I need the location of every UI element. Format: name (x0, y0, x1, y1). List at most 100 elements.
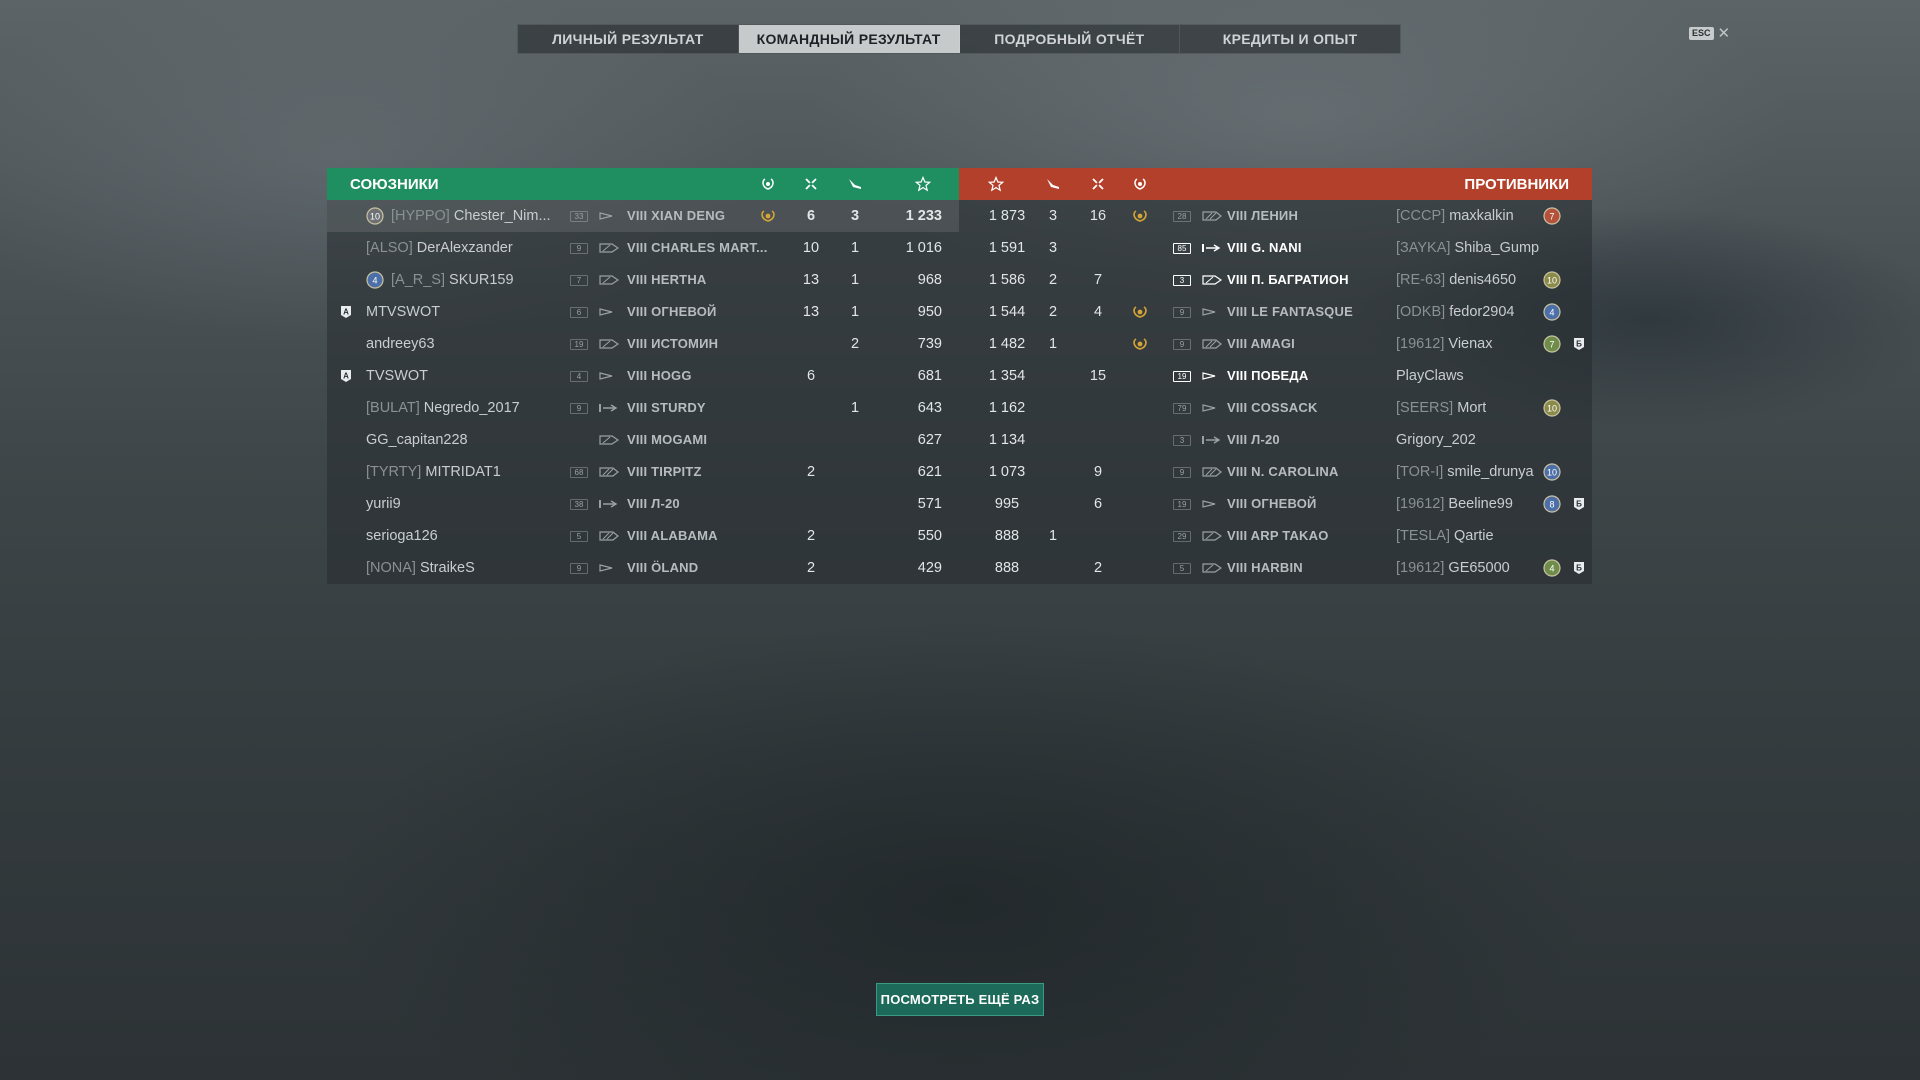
frags-value (1078, 232, 1118, 264)
enemy-row[interactable]: 888 2 5 VIII HARBIN [19612] GE65000 4 Б (959, 552, 1592, 584)
rank-badge-icon: 7 (1543, 207, 1561, 225)
level-badge: 5 (1173, 563, 1191, 574)
table-row: [TYRTY] MITRIDAT1 68 VIII TIRPITZ 2 621 1 073… (327, 456, 1592, 488)
cruiser-class-icon (599, 434, 620, 446)
ally-row[interactable]: [TYRTY] MITRIDAT1 68 VIII TIRPITZ 2 621 (327, 456, 959, 488)
tab-2[interactable]: КОМАНДНЫЙ РЕЗУЛЬТАТ (738, 25, 960, 53)
enemy-row[interactable]: 1 591 3 85 VIII G. NANI [ЗAYKA] Shiba_Gump (959, 232, 1592, 264)
enemies-header: ПРОТИВНИКИ (959, 168, 1592, 200)
level-badge: 85 (1173, 243, 1191, 254)
enemy-row[interactable]: 995 6 19 VIII ОГНЕВОЙ [19612] Beeline99 8 Б (959, 488, 1592, 520)
table-row: 10 [HYPPO] Chester_Nim... 33 VIII XIAN DENG… (327, 200, 1592, 232)
enemy-row[interactable]: 1 586 2 7 3 VIII П. БАГРАТИОН [RE-63] denis46… (959, 264, 1592, 296)
ship-name: VIII N. CAROLINA (1227, 456, 1339, 488)
close-button[interactable]: ESC ✕ (1689, 26, 1730, 41)
destroyer-class-icon (599, 210, 619, 222)
level-badge: 33 (570, 211, 588, 222)
table-row: A MTVSWOT 6 VIII ОГНЕВОЙ 13 1 950 1 544 2 4 9 VIII … (327, 296, 1592, 328)
ship-name: VIII ЛЕНИН (1227, 200, 1298, 232)
clan-tag: [HYPPO] (391, 208, 450, 224)
tab-3[interactable]: ПОДРОБНЫЙ ОТЧЁТ (960, 25, 1181, 53)
ship-tier: VIII (1227, 240, 1248, 255)
level-badge: 5 (570, 531, 588, 542)
ship-name: VIII ИСТОМИН (627, 328, 718, 360)
clan-tag: [TYRTY] (366, 464, 422, 480)
enemy-row[interactable]: 1 134 3 VIII Л-20 Grigory_202 (959, 424, 1592, 456)
ship-label: COSSACK (1251, 400, 1318, 415)
battleship-class-icon (599, 530, 619, 542)
enemy-row[interactable]: 1 073 9 9 VIII N. CAROLINA [TOR-I] smile_dru… (959, 456, 1592, 488)
ship-name: VIII G. NANI (1227, 232, 1302, 264)
ally-row[interactable]: [NONA] StraikeS 9 VIII ÖLAND 2 429 (327, 552, 959, 584)
exp-value: 1 544 (988, 304, 1026, 320)
ally-row[interactable]: [BULAT] Negredo_2017 9 VIII STURDY 1 643 (327, 392, 959, 424)
cruiser-class-icon (1202, 530, 1223, 542)
enemy-row[interactable]: 1 544 2 4 9 VIII LE FANTASQUE [ODKB] fedor290… (959, 296, 1592, 328)
player-name: SKUR159 (449, 272, 514, 288)
ship-label: AMAGI (1250, 336, 1295, 351)
ship-label: ОГНЕВОЙ (651, 304, 717, 319)
ally-player-name: [HYPPO] Chester_Nim... (391, 200, 551, 232)
ship-label: Л-20 (651, 496, 680, 511)
level-badge: 9 (570, 403, 588, 414)
svg-text:Б: Б (1576, 564, 1582, 573)
ally-row[interactable]: A TVSWOT 4 VIII HOGG 6 681 (327, 360, 959, 392)
clan-tag: [19612] (1396, 336, 1445, 352)
division-icon: Б (1573, 337, 1585, 351)
enemy-row[interactable]: 1 162 79 VIII COSSACK [SEERS] Mort 10 (959, 392, 1592, 424)
ally-row[interactable]: [ALSO] DerAlexzander 9 VIII CHARLES MART..… (327, 232, 959, 264)
exp-value: 1 016 (905, 240, 942, 256)
frags-value: 2 (806, 528, 816, 544)
ship-name: VIII П. БАГРАТИОН (1227, 264, 1349, 296)
frags-value (1078, 520, 1118, 552)
allies-header: СОЮЗНИКИ (327, 168, 959, 200)
player-name: serioga126 (366, 528, 438, 544)
frags-value: 2 (1093, 560, 1103, 576)
ally-row[interactable]: 10 [HYPPO] Chester_Nim... 33 VIII XIAN DENG… (327, 200, 959, 232)
laurel-icon (1131, 176, 1149, 192)
ship-name: VIII TIRPITZ (627, 456, 702, 488)
tab-1[interactable]: ЛИЧНЫЙ РЕЗУЛЬТАТ (518, 25, 739, 53)
submarine-class-icon (1202, 242, 1222, 254)
player-name: GG_capitan228 (366, 432, 468, 448)
exp-value: 995 (994, 496, 1020, 512)
enemy-row[interactable]: 1 354 15 19 VIII ПОБЕДА PlayClaws (959, 360, 1592, 392)
ally-row[interactable]: 4 [A_R_S] SKUR159 7 VIII HERTHA 13 1 968 (327, 264, 959, 296)
frags-value: 7 (1093, 272, 1103, 288)
ally-row[interactable]: serioga126 5 VIII ALABAMA 2 550 (327, 520, 959, 552)
level-badge: 38 (570, 499, 588, 510)
frags-value (791, 392, 831, 424)
ally-row[interactable]: A MTVSWOT 6 VIII ОГНЕВОЙ 13 1 950 (327, 296, 959, 328)
replay-button[interactable]: ПОСМОТРЕТЬ ЕЩЁ РАЗ (876, 983, 1044, 1016)
destroyer-class-icon (599, 370, 619, 382)
level-badge: 28 (1173, 211, 1191, 222)
ship-tier: VIII (627, 272, 648, 287)
frags-value (1078, 424, 1118, 456)
player-name: maxkalkin (1449, 208, 1514, 224)
ally-row[interactable]: andreey63 19 VIII ИСТОМИН 2 739 (327, 328, 959, 360)
ship-tier: VIII (627, 528, 648, 543)
enemy-row[interactable]: 1 873 3 16 28 VIII ЛЕНИН [СССР] maxkalkin 7 (959, 200, 1592, 232)
clan-tag: [RE-63] (1396, 272, 1446, 288)
ally-row[interactable]: yurii9 38 VIII Л-20 571 (327, 488, 959, 520)
ally-row[interactable]: GG_capitan228 VIII MOGAMI 627 (327, 424, 959, 456)
player-name: Mort (1457, 400, 1487, 416)
table-row: [ALSO] DerAlexzander 9 VIII CHARLES MART..… (327, 232, 1592, 264)
player-name: andreey63 (366, 336, 435, 352)
planes-value (835, 360, 875, 392)
exp-value: 681 (917, 368, 942, 384)
enemy-row[interactable]: 1 482 1 9 VIII AMAGI [19612] Vienax 7 Б (959, 328, 1592, 360)
ship-label: TIRPITZ (651, 464, 702, 479)
enemy-row[interactable]: 888 1 29 VIII ARP TAKAO [TESLA] Qartie (959, 520, 1592, 552)
tab-4[interactable]: КРЕДИТЫ И ОПЫТ (1180, 25, 1400, 53)
ally-player-name: [ALSO] DerAlexzander (366, 232, 513, 264)
rank-badge-icon: 7 (1543, 335, 1561, 353)
exp-value: 571 (917, 496, 942, 512)
ship-name: VIII ALABAMA (627, 520, 718, 552)
frags-value: 6 (1093, 496, 1103, 512)
enemy-player-name: [19612] Beeline99 (1396, 488, 1513, 520)
frags-value: 10 (802, 240, 820, 256)
rank-badge-icon: 10 (366, 207, 384, 225)
planes-value (835, 552, 875, 584)
frags-value: 6 (806, 368, 816, 384)
